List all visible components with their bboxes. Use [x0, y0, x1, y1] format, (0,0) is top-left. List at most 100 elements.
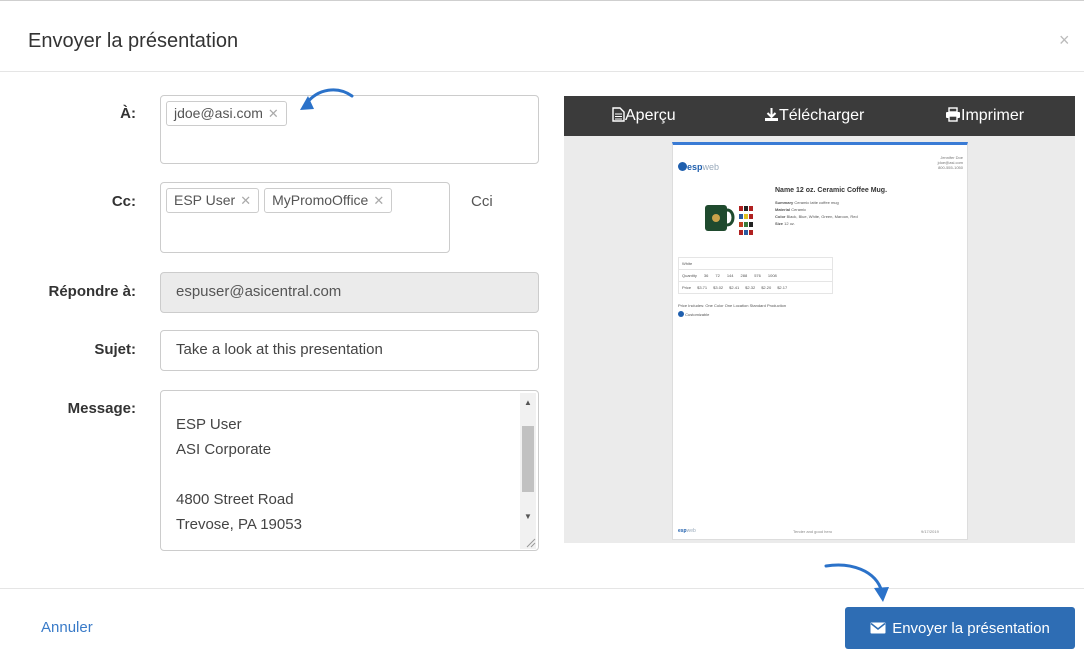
bcc-link[interactable]: Cci — [471, 193, 493, 210]
doc-note: Customizable — [678, 311, 709, 317]
remove-tag-icon[interactable]: ✕ — [268, 106, 279, 121]
price-label: Price — [682, 285, 692, 290]
price-cell: $2.20 — [761, 285, 772, 290]
cc-tag-label: MyPromoOffice — [272, 192, 369, 208]
detail-row: Material Ceramic — [775, 206, 858, 213]
annotation-arrow-icon — [300, 88, 354, 110]
subject-value: Take a look at this presentation — [176, 341, 383, 358]
annotation-arrow-icon — [824, 563, 889, 602]
document-footer-logo: espweb — [678, 528, 696, 534]
logo-suffix: web — [702, 162, 720, 172]
print-label: Imprimer — [961, 107, 1025, 124]
message-scrollbar[interactable]: ▲ ▼ — [520, 393, 536, 549]
detail-row: Summary Ceramic latte coffee mug — [775, 199, 858, 206]
send-button-label: Envoyer la présentation — [892, 619, 1050, 637]
header-divider — [0, 71, 1084, 72]
message-line: ASI Corporate — [176, 441, 272, 458]
scrollbar-thumb[interactable] — [522, 426, 534, 492]
detail-key: Summary — [775, 200, 794, 205]
quantity-cell: 288 — [740, 273, 748, 278]
quantity-cell: 36 — [703, 273, 709, 278]
subject-input[interactable]: Take a look at this presentation — [160, 330, 539, 371]
price-cell: $2.32 — [745, 285, 756, 290]
remove-tag-icon[interactable]: ✕ — [373, 193, 384, 208]
price-cell: $2.17 — [777, 285, 788, 290]
preview-button[interactable]: Aperçu — [612, 107, 676, 125]
mug-image — [705, 205, 753, 235]
quantity-cell: 144 — [726, 273, 734, 278]
customizable-icon — [678, 311, 684, 317]
recipient-tag-label: jdoe@asi.com — [174, 105, 263, 121]
to-label: À: — [120, 105, 136, 122]
price-cell: $3.02 — [713, 285, 724, 290]
document-footer-text: Tender and good hero — [793, 529, 833, 534]
dialog-top-border — [0, 0, 1084, 6]
remove-tag-icon[interactable]: ✕ — [240, 193, 251, 208]
product-details: Summary Ceramic latte coffee mug Materia… — [775, 199, 858, 227]
footer-logo-text: esp — [678, 528, 687, 534]
scroll-up-icon[interactable]: ▲ — [524, 398, 532, 407]
recipient-tag: jdoe@asi.com ✕ — [166, 101, 287, 126]
detail-row: Size 12 oz. — [775, 220, 858, 227]
message-line: 4800 Street Road — [176, 491, 294, 508]
dialog-title: Envoyer la présentation — [28, 30, 239, 52]
print-icon — [946, 107, 960, 122]
download-label: Télécharger — [779, 107, 865, 124]
download-button[interactable]: Télécharger — [764, 107, 864, 125]
document-preview: espweb Jennifer Doe jdoe@asi.com 800-555… — [672, 142, 968, 540]
cc-tag-label: ESP User — [174, 192, 236, 208]
price-table: White Quantity 36 72 144 288 576 1008 Pr… — [678, 257, 833, 294]
resize-grip-icon[interactable] — [526, 538, 536, 548]
preview-label: Aperçu — [625, 107, 676, 124]
download-icon — [765, 108, 778, 121]
subject-label: Sujet: — [94, 341, 136, 358]
document-logo: espweb — [678, 162, 719, 172]
message-line: ESP User — [176, 416, 242, 433]
reply-to-label: Répondre à: — [48, 283, 136, 300]
detail-key: Color — [775, 214, 786, 219]
product-title: Name 12 oz. Ceramic Coffee Mug. — [775, 187, 888, 194]
print-button[interactable]: Imprimer — [945, 107, 1024, 125]
contact-line: 800-555-1050 — [938, 165, 963, 170]
message-textarea[interactable]: ESP User ASI Corporate 4800 Street Road … — [160, 390, 539, 551]
logo-text: esp — [687, 162, 703, 172]
reply-to-value: espuser@asicentral.com — [176, 283, 342, 300]
quantity-row: Quantity 36 72 144 288 576 1008 — [679, 270, 832, 282]
envelope-icon — [870, 622, 886, 634]
reply-to-field: espuser@asicentral.com — [160, 272, 539, 313]
send-presentation-button[interactable]: Envoyer la présentation — [845, 607, 1075, 649]
document-contact: Jennifer Doe jdoe@asi.com 800-555-1050 — [893, 155, 963, 170]
detail-key: Size — [775, 221, 784, 226]
cancel-link[interactable]: Annuler — [41, 619, 93, 636]
preview-panel: Aperçu Télécharger Imprimer espweb Jenni… — [564, 96, 1075, 543]
cc-tag: MyPromoOffice ✕ — [264, 188, 393, 213]
cc-label: Cc: — [111, 193, 136, 210]
cc-field[interactable]: ESP User ✕ MyPromoOffice ✕ — [160, 182, 450, 253]
preview-toolbar: Aperçu Télécharger Imprimer — [564, 96, 1075, 136]
price-includes: Price Includes: One Color One Location S… — [678, 303, 787, 308]
detail-value: Black, Blue, White, Green, Maroon, Red — [786, 214, 858, 219]
detail-value: Ceramic latte coffee mug — [794, 200, 839, 205]
price-cell: $2.41 — [729, 285, 740, 290]
price-cell: $3.71 — [697, 285, 708, 290]
quantity-cell: 72 — [715, 273, 720, 278]
close-button[interactable]: × — [1059, 30, 1070, 51]
price-table-header: White — [679, 258, 832, 270]
scroll-down-icon[interactable]: ▼ — [524, 512, 532, 521]
quantity-cell: 576 — [754, 273, 761, 278]
message-line: Trevose, PA 19053 — [176, 516, 302, 533]
cc-tag: ESP User ✕ — [166, 188, 260, 213]
detail-row: Color Black, Blue, White, Green, Maroon,… — [775, 213, 858, 220]
quantity-cell: 1008 — [767, 273, 777, 278]
footer-divider — [0, 588, 1084, 589]
file-icon — [612, 107, 625, 122]
detail-value: 12 oz. — [784, 221, 796, 226]
detail-key: Material — [775, 207, 791, 212]
quantity-label: Quantity — [682, 273, 697, 278]
price-row: Price $3.71 $3.02 $2.41 $2.32 $2.20 $2.1… — [679, 282, 832, 293]
doc-note-text: Customizable — [685, 312, 710, 317]
message-label: Message: — [67, 400, 136, 417]
footer-logo-suffix: web — [686, 528, 696, 534]
message-line — [176, 462, 302, 487]
message-body: ESP User ASI Corporate 4800 Street Road … — [176, 412, 302, 537]
